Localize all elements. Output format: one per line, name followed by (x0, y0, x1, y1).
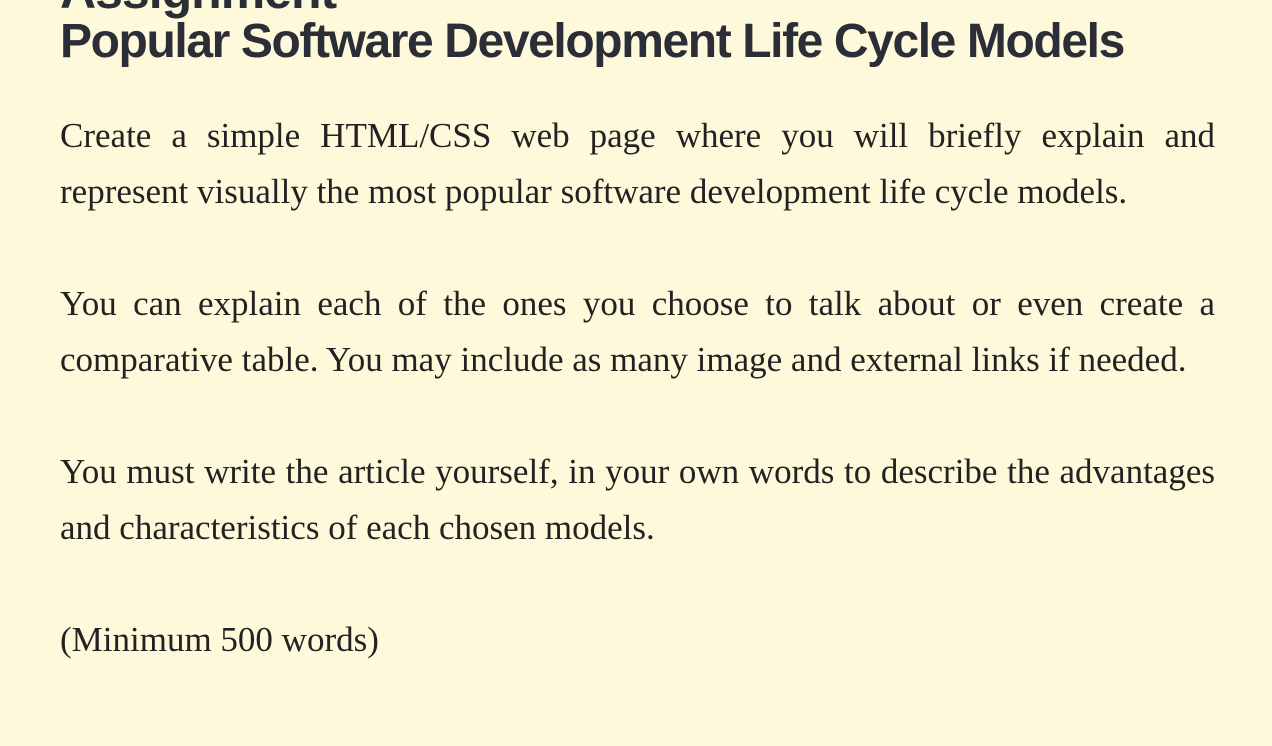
assignment-body: Create a simple HTML/CSS web page where … (60, 108, 1215, 668)
page-title: Popular Software Development Life Cycle … (60, 15, 1125, 68)
assignment-page: Assignment Popular Software Development … (0, 0, 1272, 746)
paragraph-options: You can explain each of the ones you cho… (60, 284, 1215, 379)
paragraph-word-count: (Minimum 500 words) (60, 620, 379, 659)
paragraph-requirements: You must write the article yourself, in … (60, 452, 1215, 547)
paragraph-intro: Create a simple HTML/CSS web page where … (60, 116, 1215, 211)
